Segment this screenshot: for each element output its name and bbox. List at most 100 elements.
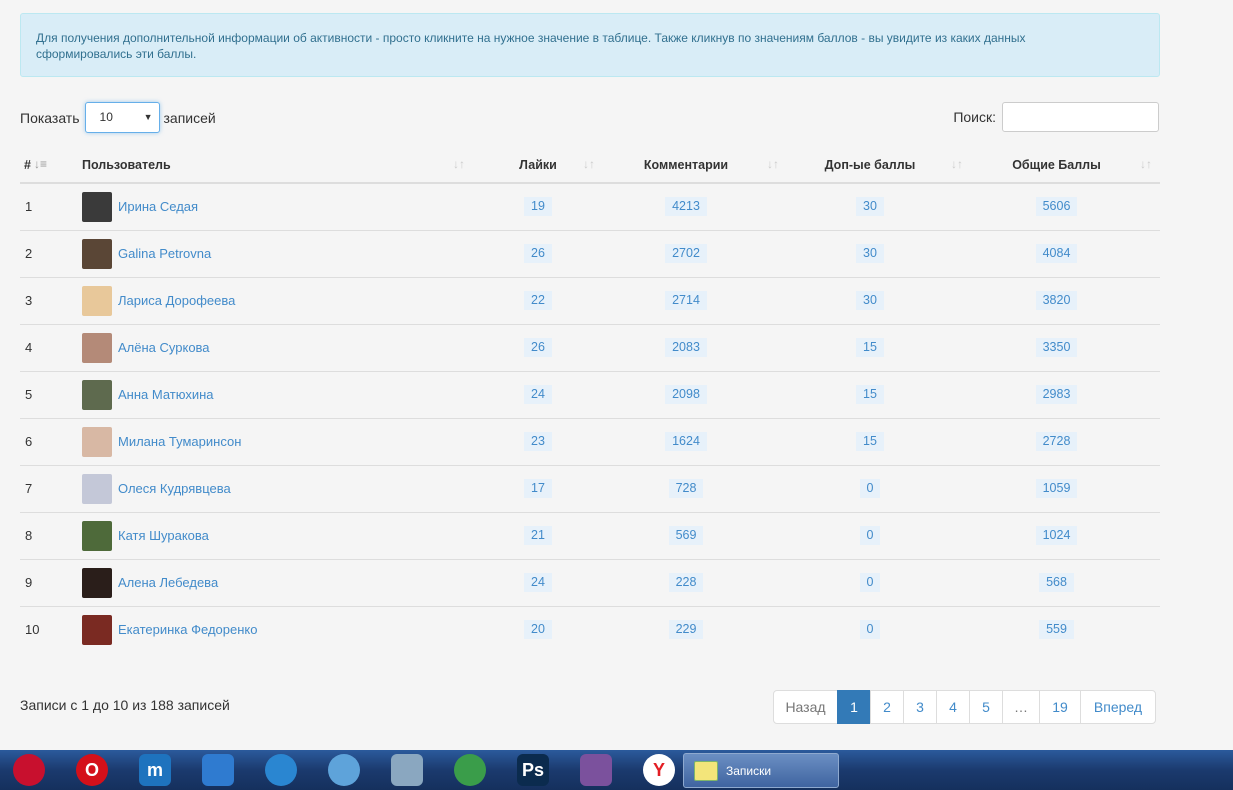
user-link[interactable]: Galina Petrovna [118, 246, 211, 261]
likes-value[interactable]: 24 [524, 385, 552, 404]
user-link[interactable]: Катя Шуракова [118, 528, 209, 543]
comments-value[interactable]: 2098 [665, 385, 707, 404]
page-button[interactable]: 4 [936, 690, 970, 724]
taskbar-task-notes[interactable]: Записки [683, 753, 839, 788]
safari-icon[interactable] [328, 754, 360, 786]
page-button[interactable]: 5 [969, 690, 1003, 724]
avatar[interactable] [82, 426, 112, 457]
bonus-value[interactable]: 30 [856, 291, 884, 310]
total-cell: 3350 [971, 323, 1160, 371]
yandex-icon[interactable]: Y [643, 754, 675, 786]
sort-icon: ↓↑ [951, 157, 963, 171]
user-link[interactable]: Алёна Суркова [118, 340, 210, 355]
total-value[interactable]: 1024 [1035, 526, 1078, 545]
bonus-value[interactable]: 0 [859, 573, 881, 592]
avatar[interactable] [82, 191, 112, 222]
avatar[interactable] [82, 614, 112, 645]
opera-icon[interactable]: O [76, 754, 108, 786]
comments-value[interactable]: 728 [668, 479, 704, 498]
chrome-icon[interactable] [454, 754, 486, 786]
avatar[interactable] [82, 379, 112, 410]
bonus-value[interactable]: 0 [859, 479, 881, 498]
table-row: 7 Олеся Кудрявцева 17 728 0 1059 [20, 464, 1160, 512]
bonus-cell: 0 [787, 605, 971, 653]
bonus-value[interactable]: 15 [856, 338, 884, 357]
maxthon-icon[interactable]: m [139, 754, 171, 786]
bonus-value[interactable]: 15 [856, 385, 884, 404]
start-app-icon[interactable] [13, 754, 45, 786]
photoshop-icon[interactable]: Ps [517, 754, 549, 786]
row-number: 1 [25, 199, 33, 215]
user-link[interactable]: Милана Тумаринсон [118, 434, 241, 449]
comments-value[interactable]: 229 [668, 620, 704, 640]
likes-value[interactable]: 26 [524, 244, 552, 263]
likes-value[interactable]: 26 [524, 338, 552, 357]
col-header-comments[interactable]: Комментарии ↓↑ [603, 147, 787, 184]
avatar[interactable] [82, 285, 112, 316]
comments-value[interactable]: 2083 [665, 338, 707, 357]
globe-icon[interactable] [265, 754, 297, 786]
col-header-total[interactable]: Общие Баллы ↓↑ [971, 147, 1160, 184]
avatar[interactable] [82, 567, 112, 598]
likes-value[interactable]: 19 [524, 197, 552, 217]
total-value[interactable]: 559 [1039, 620, 1074, 640]
bonus-value[interactable]: 0 [859, 526, 881, 545]
avatar[interactable] [82, 332, 112, 363]
bonus-value[interactable]: 30 [856, 197, 884, 217]
likes-value[interactable]: 23 [524, 432, 552, 451]
user-link[interactable]: Ирина Седая [118, 199, 198, 214]
user-link[interactable]: Лариса Дорофеева [118, 293, 235, 308]
row-number: 4 [20, 323, 51, 371]
bonus-value[interactable]: 15 [856, 432, 884, 451]
comments-value[interactable]: 569 [668, 526, 704, 545]
calculator-icon[interactable] [391, 754, 423, 786]
user-link[interactable]: Алена Лебедева [118, 575, 218, 590]
bonus-value[interactable]: 0 [859, 620, 881, 640]
page-button[interactable]: 19 [1039, 690, 1081, 724]
user-cell: Ирина Седая [51, 183, 473, 230]
user-link[interactable]: Екатеринка Федоренко [118, 622, 257, 637]
col-header-user[interactable]: Пользователь ↓↑ [51, 147, 473, 184]
total-value[interactable]: 1059 [1035, 479, 1078, 498]
total-value[interactable]: 2983 [1035, 385, 1078, 404]
user-link[interactable]: Анна Матюхина [118, 387, 214, 402]
comments-value[interactable]: 2702 [665, 244, 707, 263]
notes-icon [694, 760, 718, 781]
total-value[interactable]: 4084 [1035, 244, 1078, 263]
avatar[interactable] [82, 520, 112, 551]
comments-value[interactable]: 4213 [665, 197, 707, 217]
user-cell: Анна Матюхина [51, 370, 473, 418]
comments-cell: 228 [603, 558, 787, 606]
col-header-bonus[interactable]: Доп-ые баллы ↓↑ [787, 147, 971, 184]
total-value[interactable]: 568 [1039, 573, 1074, 592]
likes-value[interactable]: 17 [524, 479, 552, 498]
comments-value[interactable]: 228 [668, 573, 704, 592]
col-header-num[interactable]: # ↓≡ [20, 147, 51, 184]
total-cell: 1059 [971, 464, 1160, 512]
page-length-select[interactable]: 10 ▼ [84, 102, 160, 133]
total-value[interactable]: 2728 [1035, 432, 1078, 451]
page-button[interactable]: 1 [837, 690, 871, 724]
avatar[interactable] [82, 238, 112, 269]
swift-browser-icon[interactable] [202, 754, 234, 786]
total-value[interactable]: 3820 [1035, 291, 1078, 310]
likes-value[interactable]: 24 [524, 573, 552, 592]
page-button[interactable]: Вперед [1080, 690, 1156, 724]
comments-value[interactable]: 2714 [665, 291, 707, 310]
page-button[interactable]: 2 [870, 690, 904, 724]
page-button[interactable]: 3 [903, 690, 937, 724]
bonus-value[interactable]: 30 [856, 244, 884, 263]
table-row: 8 Катя Шуракова 21 569 0 1024 [20, 511, 1160, 559]
likes-value[interactable]: 20 [524, 620, 552, 640]
comments-value[interactable]: 1624 [665, 432, 707, 451]
avatar[interactable] [82, 473, 112, 504]
viber-icon[interactable] [580, 754, 612, 786]
table-row: 5 Анна Матюхина 24 2098 15 2983 [20, 370, 1160, 418]
likes-value[interactable]: 22 [524, 291, 552, 310]
likes-value[interactable]: 21 [524, 526, 552, 545]
total-value[interactable]: 5606 [1035, 197, 1078, 217]
user-link[interactable]: Олеся Кудрявцева [118, 481, 231, 496]
total-value[interactable]: 3350 [1035, 338, 1078, 357]
col-header-likes[interactable]: Лайки ↓↑ [473, 147, 603, 184]
search-input[interactable] [1002, 102, 1159, 132]
